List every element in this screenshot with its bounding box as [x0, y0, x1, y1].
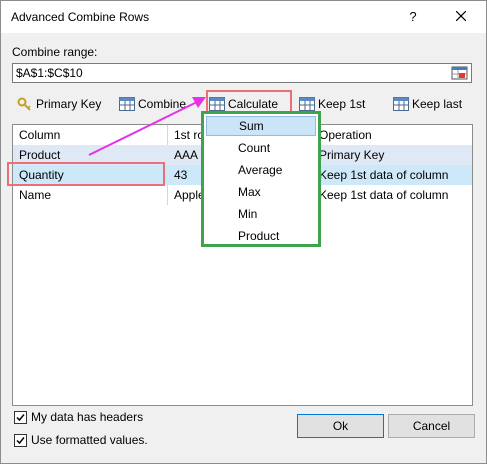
combine-label: Combine [138, 97, 187, 111]
menu-item-max[interactable]: Max [206, 182, 316, 202]
menu-item-sum[interactable]: Sum [206, 116, 316, 136]
advanced-combine-rows-dialog: Advanced Combine Rows ? Combine range: $… [0, 0, 487, 464]
table-keep-first-icon [299, 97, 315, 111]
checkmark-icon [16, 414, 25, 422]
range-select-button[interactable] [451, 65, 469, 81]
table-keep-last-icon [393, 97, 409, 111]
help-button[interactable]: ? [404, 8, 422, 26]
primary-key-label: Primary Key [36, 97, 102, 111]
combine-range-input[interactable] [13, 64, 444, 82]
menu-item-average[interactable]: Average [206, 160, 316, 180]
cell-operation: Primary Key [319, 148, 385, 162]
menu-item-product[interactable]: Product [206, 226, 316, 246]
checkmark-icon [16, 437, 25, 445]
table-combine-icon [119, 97, 135, 111]
quantity-highlight-box [7, 162, 165, 186]
close-button[interactable] [452, 7, 470, 25]
cell-operation: Keep 1st data of column [319, 188, 449, 202]
cancel-button[interactable]: Cancel [388, 414, 475, 438]
header-column[interactable]: Column [13, 125, 168, 145]
keep-last-label: Keep last [412, 97, 463, 111]
header-operation[interactable]: Operation [313, 125, 472, 145]
combine-range-field[interactable] [12, 63, 472, 83]
formatted-values-label[interactable]: Use formatted values. [31, 433, 148, 447]
range-select-icon [451, 66, 468, 80]
has-headers-checkbox[interactable] [14, 411, 27, 424]
primary-key-button[interactable]: Primary Key [17, 94, 101, 114]
cell-column: Name [19, 188, 52, 202]
combine-range-label: Combine range: [12, 45, 98, 59]
has-headers-label[interactable]: My data has headers [31, 410, 143, 424]
formatted-values-checkbox[interactable] [14, 434, 27, 447]
menu-item-count[interactable]: Count [206, 138, 316, 158]
close-icon [456, 11, 466, 21]
ok-button[interactable]: Ok [297, 414, 384, 438]
keep-first-label: Keep 1st [318, 97, 366, 111]
menu-item-min[interactable]: Min [206, 204, 316, 224]
combine-button[interactable]: Combine [119, 94, 186, 114]
keep-last-button[interactable]: Keep last [393, 94, 462, 114]
key-icon [17, 97, 31, 111]
calculate-dropdown-menu: Sum Count Average Max Min Product [201, 111, 321, 247]
title-bar: Advanced Combine Rows ? [1, 1, 486, 33]
cell-operation: Keep 1st data of column [319, 168, 449, 182]
window-title: Advanced Combine Rows [11, 10, 150, 24]
